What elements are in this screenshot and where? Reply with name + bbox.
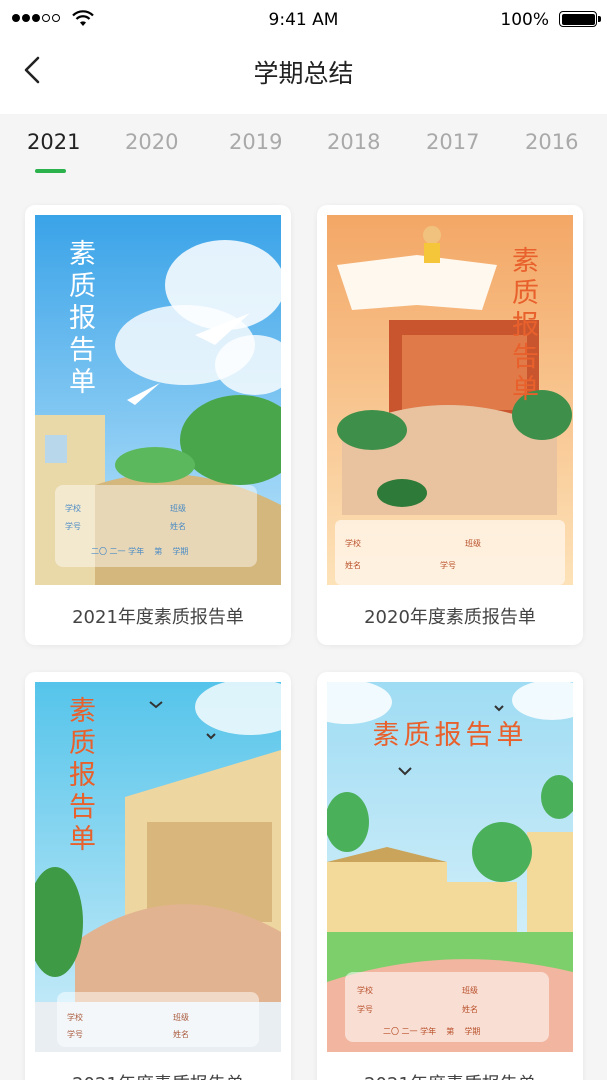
battery-icon bbox=[559, 11, 601, 27]
svg-text:素质报告单: 素质报告单 bbox=[69, 239, 96, 398]
form-student-no-label: 学号 bbox=[65, 522, 81, 531]
form-school-label: 学校 bbox=[345, 539, 361, 548]
report-title: 2020年度素质报告单 bbox=[364, 607, 536, 628]
report-title: 2021年度素质报告单 bbox=[317, 1070, 583, 1080]
form-term-line: 二〇 二一 学年 第 学期 bbox=[383, 1027, 481, 1036]
form-student-no-label: 学号 bbox=[67, 1030, 83, 1039]
form-name-label: 姓名 bbox=[173, 1030, 189, 1039]
battery-percent: 100% bbox=[500, 10, 549, 30]
report-card-4[interactable]: 素质报告单 2021年度素质报告单 学校 班级 学号 姓名 二〇 二一 学年 第… bbox=[317, 672, 583, 1080]
form-name-label: 姓名 bbox=[345, 561, 361, 570]
form-student-no-label: 学号 bbox=[440, 561, 456, 570]
tab-2021[interactable]: 2021 bbox=[27, 130, 80, 154]
report-title: 2021年度素质报告单 bbox=[72, 607, 244, 628]
report-cover-image: 素质报告单 bbox=[327, 215, 573, 585]
report-cover-image: 素质报告单 bbox=[35, 682, 281, 1052]
report-card-2[interactable]: 素质报告单 2020年度素质报告单 学校 班级 姓名 学号 bbox=[317, 205, 583, 645]
form-class-label: 班级 bbox=[462, 986, 478, 995]
form-name-label: 姓名 bbox=[462, 1005, 478, 1014]
form-class-label: 班级 bbox=[465, 539, 481, 548]
svg-text:素质报告单: 素质报告单 bbox=[69, 696, 96, 855]
report-card-3[interactable]: 素质报告单 2021年度素质报告单 学校 班级 学号 姓名 bbox=[25, 672, 291, 1080]
report-cover-image: 素质报告单 bbox=[327, 682, 573, 1052]
page-title: 学期总结 bbox=[253, 59, 354, 88]
tab-2018[interactable]: 2018 bbox=[327, 130, 380, 154]
form-school-label: 学校 bbox=[65, 504, 81, 513]
form-term-line: 二〇 二一 学年 第 学期 bbox=[91, 547, 189, 556]
status-bar: 9:41 AM 100% bbox=[0, 0, 607, 40]
form-name-label: 姓名 bbox=[170, 522, 186, 531]
form-class-label: 班级 bbox=[173, 1013, 189, 1022]
nav-bar: 学期总结 bbox=[0, 40, 607, 114]
report-title: 2021年度素质报告单 bbox=[25, 1070, 291, 1080]
svg-text:素质报告单: 素质报告单 bbox=[512, 246, 539, 405]
tab-2019[interactable]: 2019 bbox=[229, 130, 282, 154]
year-tabs: 2021 2020 2019 2018 2017 2016 bbox=[0, 114, 607, 174]
svg-text:素质报告单: 素质报告单 bbox=[373, 720, 528, 751]
report-card-1[interactable]: 素质报告单 2021年度素质报告单 学校 班级 学号 姓名 二〇 二一 学年 第… bbox=[25, 205, 291, 645]
form-class-label: 班级 bbox=[170, 504, 186, 513]
tab-2017[interactable]: 2017 bbox=[426, 130, 479, 154]
form-school-label: 学校 bbox=[67, 1013, 83, 1022]
form-school-label: 学校 bbox=[357, 986, 373, 995]
tab-2016[interactable]: 2016 bbox=[525, 130, 578, 154]
active-tab-indicator bbox=[35, 169, 66, 173]
tab-2020[interactable]: 2020 bbox=[125, 130, 178, 154]
form-student-no-label: 学号 bbox=[357, 1005, 373, 1014]
